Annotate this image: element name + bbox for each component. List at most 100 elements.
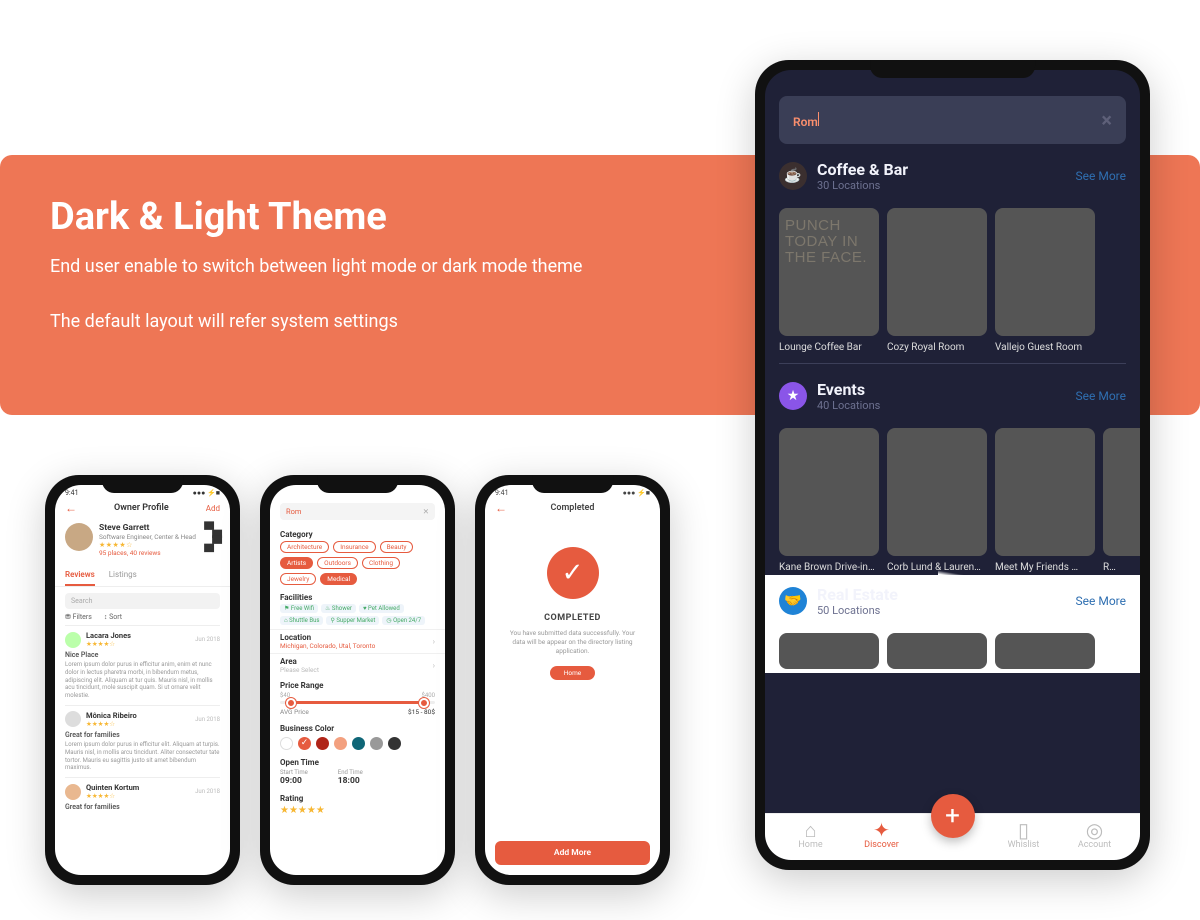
pin-icon: ✦: [852, 820, 912, 840]
screen-title: Owner Profile: [114, 503, 169, 513]
home-icon: ⌂: [781, 820, 841, 840]
open-time-label: Open Time: [270, 754, 445, 769]
end-time[interactable]: End Time 18:00: [338, 769, 363, 786]
nav-whislist[interactable]: ▯Whislist: [994, 820, 1054, 850]
nav-discover[interactable]: ✦Discover: [852, 820, 912, 850]
section-subtitle: 50 Locations: [817, 604, 898, 617]
category-chip[interactable]: Beauty: [380, 541, 414, 553]
listing-card[interactable]: Vallejo Guest Room: [995, 208, 1095, 353]
color-swatch[interactable]: [388, 737, 401, 750]
location-row[interactable]: Location Michigan, Colorado, Utal, Toron…: [270, 629, 445, 653]
events-cards[interactable]: Kane Brown Drive-in… Corb Lund & Lauren… M…: [779, 428, 1140, 573]
card-caption: Cozy Royal Room: [887, 342, 987, 353]
search-input[interactable]: Rom ✕: [280, 503, 435, 520]
category-chip[interactable]: Insurance: [333, 541, 375, 553]
phone-owner-profile: 9:41 ●●● ⚡■ ← Owner Profile Add Steve Ga…: [45, 475, 240, 885]
review-avatar: [65, 711, 81, 727]
completed-title: COMPLETED: [544, 613, 601, 623]
facility-tag[interactable]: ⚲ Supper Market: [326, 616, 379, 625]
completed-body: You have submitted data successfully. Yo…: [504, 629, 641, 656]
review-item[interactable]: Lacara Jones ★★★★☆ Jun 2018 Nice Place L…: [65, 625, 220, 705]
tab-listings[interactable]: Listings: [109, 565, 137, 586]
category-chip[interactable]: Clothing: [362, 557, 400, 569]
start-time[interactable]: Start Time 09:00: [280, 769, 308, 786]
section-subtitle: 30 Locations: [817, 179, 908, 192]
bottom-nav: + ⌂Home ✦Discover +. ▯Whislist ◎Account: [765, 813, 1140, 860]
section-title: Real Estate: [817, 585, 898, 604]
reviews-list: Lacara Jones ★★★★☆ Jun 2018 Nice Place L…: [55, 625, 230, 818]
home-button[interactable]: Home: [550, 666, 596, 680]
card-caption: Meet My Friends …: [995, 562, 1095, 573]
listing-card[interactable]: Corb Lund & Lauren…: [887, 428, 987, 573]
listing-card[interactable]: R…: [1103, 428, 1140, 573]
price-slider[interactable]: [280, 701, 435, 704]
coffee-cards[interactable]: PUNCH TODAY IN THE FACE.Lounge Coffee Ba…: [779, 208, 1140, 353]
phone-filters: Rom ✕ Category ArchitectureInsuranceBeau…: [260, 475, 455, 885]
review-item[interactable]: Quinten Kortum ★★★★☆ Jun 2018 Great for …: [65, 777, 220, 818]
screen-title: Completed: [507, 503, 638, 513]
hero-body-1: End user enable to switch between light …: [50, 253, 610, 280]
see-more-link[interactable]: See More: [1076, 389, 1126, 403]
status-time: 9:41: [65, 489, 79, 497]
category-chip[interactable]: Architecture: [280, 541, 329, 553]
listing-card[interactable]: PUNCH TODAY IN THE FACE.Lounge Coffee Ba…: [779, 208, 879, 353]
nav-home[interactable]: ⌂Home: [781, 820, 841, 850]
divider: [779, 363, 1126, 364]
area-row[interactable]: Area Please Select ›: [270, 653, 445, 677]
rating-stars[interactable]: ★★★★★: [270, 805, 445, 816]
facility-tag[interactable]: ♨ Shower: [321, 604, 356, 613]
category-chip[interactable]: Jewelry: [280, 573, 316, 585]
chevron-right-icon: ›: [433, 661, 435, 670]
add-more-button[interactable]: Add More: [495, 841, 650, 865]
review-avatar: [65, 784, 81, 800]
category-chip[interactable]: Artists: [280, 557, 313, 569]
see-more-link[interactable]: See More: [1076, 594, 1126, 608]
clear-icon[interactable]: ×: [1101, 108, 1112, 132]
color-swatch[interactable]: [280, 737, 293, 750]
listing-card[interactable]: Cozy Royal Room: [887, 208, 987, 353]
facility-tag[interactable]: ⚑ Free Wifi: [280, 604, 318, 613]
section-subtitle: 40 Locations: [817, 399, 880, 412]
color-swatch[interactable]: [370, 737, 383, 750]
price-label: Price Range: [270, 677, 445, 692]
back-icon[interactable]: ←: [495, 501, 507, 515]
filters-button[interactable]: ⛃ Filters: [65, 613, 92, 621]
owner-rating: ★★★★☆: [99, 541, 196, 549]
qr-icon[interactable]: ▀▄▄▀: [204, 523, 220, 551]
card-caption: Vallejo Guest Room: [995, 342, 1095, 353]
review-item[interactable]: Mônica Ribeiro ★★★★☆ Jun 2018 Great for …: [65, 705, 220, 777]
facility-tag[interactable]: ◷ Open 24/7: [382, 616, 425, 625]
bookmark-icon: ▯: [994, 820, 1054, 840]
discover-search[interactable]: Rom ×: [779, 96, 1126, 144]
see-more-link[interactable]: See More: [1076, 169, 1126, 183]
color-swatch[interactable]: [316, 737, 329, 750]
clear-icon[interactable]: ✕: [423, 507, 429, 516]
color-swatch[interactable]: [352, 737, 365, 750]
tab-reviews[interactable]: Reviews: [65, 565, 95, 586]
color-swatch[interactable]: [298, 737, 311, 750]
color-swatch[interactable]: [334, 737, 347, 750]
fab-add-button[interactable]: +: [931, 794, 975, 838]
card-caption: Lounge Coffee Bar: [779, 342, 879, 353]
estate-cards[interactable]: [779, 633, 1140, 673]
status-time: 9:41: [495, 489, 509, 497]
star-icon: ★: [779, 382, 807, 410]
owner-avatar[interactable]: [65, 523, 93, 551]
sort-button[interactable]: ↕ Sort: [104, 613, 122, 621]
category-chip[interactable]: Medical: [320, 573, 357, 585]
back-icon[interactable]: ←: [65, 501, 77, 515]
reviews-search[interactable]: Search: [65, 593, 220, 609]
add-button[interactable]: Add: [206, 504, 220, 513]
listing-card[interactable]: [887, 633, 987, 673]
facility-tag[interactable]: ⌂ Shuttle Bus: [280, 616, 323, 625]
listing-card[interactable]: [995, 633, 1095, 673]
category-chip[interactable]: Outdoors: [317, 557, 358, 569]
nav-account[interactable]: ◎Account: [1065, 820, 1125, 850]
phone-discover-dark: Rom × ☕ Coffee & Bar 30 Locations See Mo…: [755, 60, 1150, 870]
facility-tag[interactable]: ♥ Pet Allowed: [359, 604, 404, 613]
card-caption: Corb Lund & Lauren…: [887, 562, 987, 573]
listing-card[interactable]: Kane Brown Drive-in…: [779, 428, 879, 573]
review-avatar: [65, 632, 81, 648]
listing-card[interactable]: Meet My Friends …: [995, 428, 1095, 573]
listing-card[interactable]: [779, 633, 879, 673]
